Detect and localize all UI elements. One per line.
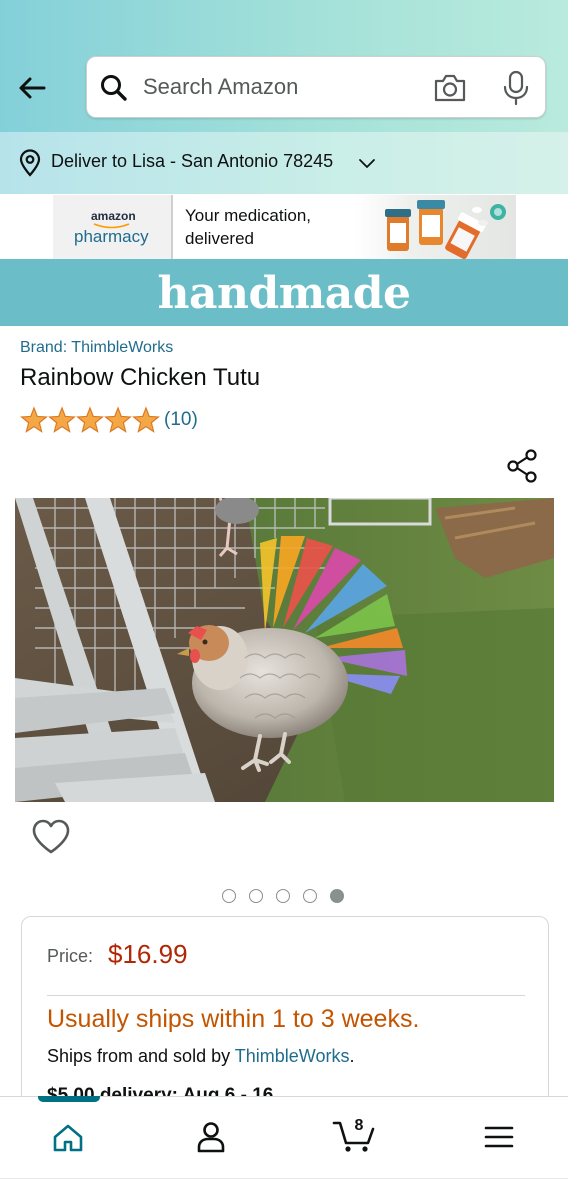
home-icon[interactable] bbox=[52, 1123, 84, 1153]
rating-count-link[interactable]: (10) bbox=[164, 409, 198, 431]
divider bbox=[47, 995, 525, 996]
product-page: Search Amazon Deliver to Lisa - San Anto… bbox=[0, 0, 568, 1200]
ad-line-1: Your medication, bbox=[185, 206, 312, 225]
top-header: Search Amazon bbox=[0, 0, 568, 132]
seller-link[interactable]: ThimbleWorks bbox=[235, 1046, 350, 1066]
chevron-down-icon[interactable] bbox=[358, 157, 376, 169]
sold-by-suffix: . bbox=[349, 1046, 355, 1066]
pharmacy-logo: amazon pharmacy bbox=[53, 195, 171, 259]
wishlist-heart-icon[interactable] bbox=[31, 818, 71, 856]
cart-count-badge: 8 bbox=[354, 1117, 364, 1134]
handmade-logo-text: handmade bbox=[157, 268, 411, 319]
shipping-availability: Usually ships within 1 to 3 weeks. bbox=[47, 1005, 420, 1033]
product-image[interactable] bbox=[15, 498, 554, 802]
bottom-nav-bar: 8 bbox=[0, 1096, 568, 1178]
share-icon[interactable] bbox=[504, 448, 540, 484]
carousel-dot[interactable] bbox=[222, 889, 236, 903]
magnifier-icon bbox=[101, 75, 127, 101]
delivery-location-bar[interactable]: Deliver to Lisa - San Antonio 78245 bbox=[0, 132, 568, 194]
sold-by-text: Ships from and sold by ThimbleWorks. bbox=[47, 1046, 355, 1067]
arrow-left-icon[interactable] bbox=[14, 70, 50, 106]
microphone-icon[interactable] bbox=[501, 70, 531, 106]
product-title: Rainbow Chicken Tutu bbox=[20, 364, 261, 391]
menu-icon[interactable] bbox=[484, 1125, 514, 1149]
camera-icon[interactable] bbox=[433, 72, 467, 104]
ad-divider bbox=[171, 195, 173, 259]
brand-link[interactable]: Brand: ThimbleWorks bbox=[20, 339, 173, 357]
search-placeholder[interactable]: Search Amazon bbox=[143, 74, 298, 100]
star-icon bbox=[132, 406, 160, 433]
ad-line-2: delivered bbox=[185, 229, 254, 248]
handmade-store-banner[interactable]: handmade bbox=[0, 259, 568, 326]
star-icon bbox=[20, 406, 48, 433]
rainbow-chicken-photo bbox=[15, 498, 554, 802]
carousel-dot[interactable] bbox=[249, 889, 263, 903]
search-bar[interactable]: Search Amazon bbox=[86, 56, 546, 118]
amazon-pharmacy-ad[interactable]: amazon pharmacy Your medication, deliver… bbox=[53, 195, 516, 259]
carousel-dot[interactable] bbox=[303, 889, 317, 903]
account-icon[interactable] bbox=[196, 1121, 226, 1153]
system-nav-area bbox=[0, 1178, 568, 1200]
image-carousel-dots[interactable] bbox=[222, 889, 352, 905]
price-value: $16.99 bbox=[108, 939, 188, 969]
sold-by-prefix: Ships from and sold by bbox=[47, 1046, 235, 1066]
price-label: Price: bbox=[47, 946, 94, 966]
star-icon bbox=[104, 406, 132, 433]
location-pin-icon bbox=[19, 149, 41, 177]
star-icon bbox=[48, 406, 76, 433]
carousel-dot[interactable] bbox=[330, 889, 344, 903]
star-rating[interactable] bbox=[20, 406, 160, 436]
delivery-location-text[interactable]: Deliver to Lisa - San Antonio 78245 bbox=[51, 151, 333, 172]
star-icon bbox=[76, 406, 104, 433]
carousel-dot[interactable] bbox=[276, 889, 290, 903]
pill-bottles-icon bbox=[385, 200, 506, 259]
active-tab-indicator bbox=[38, 1096, 100, 1102]
medicine-bottles-image bbox=[355, 195, 516, 259]
